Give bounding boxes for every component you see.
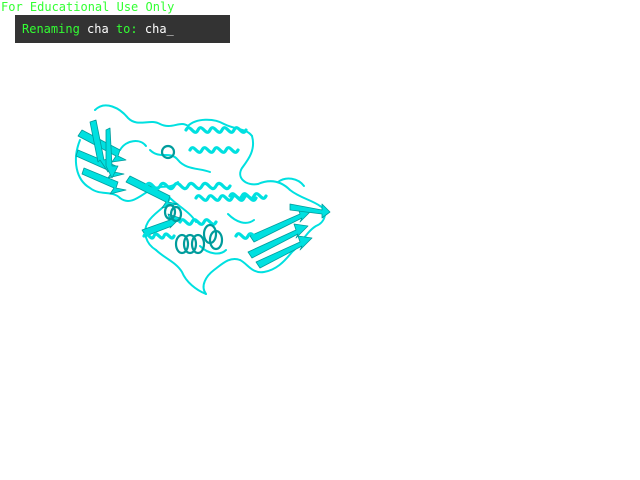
loop <box>94 104 189 127</box>
alpha-helix <box>142 232 176 240</box>
helix-end-on <box>160 144 176 160</box>
alpha-helix <box>228 192 268 200</box>
loop <box>202 258 241 295</box>
loop <box>239 135 259 186</box>
pymol-viewport[interactable]: For Educational Use Only Renaming cha to… <box>0 0 640 480</box>
loop <box>119 140 147 151</box>
alpha-helix <box>178 218 218 226</box>
helix-end-on <box>190 233 206 255</box>
protein-cartoon[interactable] <box>0 0 640 480</box>
loop <box>155 249 207 295</box>
alpha-helix <box>184 126 248 134</box>
beta-strand <box>81 167 127 195</box>
beta-strand <box>125 175 179 209</box>
alpha-helix <box>144 181 232 191</box>
alpha-helix <box>188 146 240 154</box>
loop <box>257 180 321 207</box>
loop <box>227 213 255 224</box>
